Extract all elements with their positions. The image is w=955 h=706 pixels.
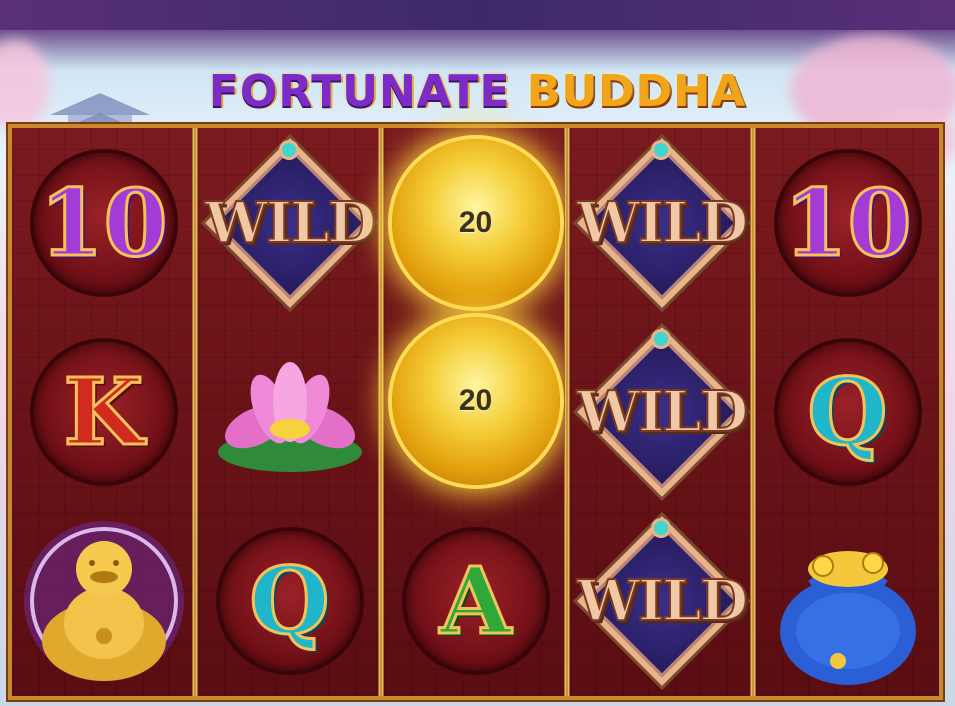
coin-icon: 20	[391, 138, 560, 307]
symbol-wild: WILD	[570, 128, 753, 317]
symbol-disc: A	[405, 530, 546, 671]
symbol-disc: K	[33, 341, 174, 482]
symbol-disc: Q	[219, 530, 360, 671]
coin-value: 20	[458, 205, 493, 239]
symbol-lotus	[198, 317, 381, 506]
wild-tile: WILD	[570, 135, 753, 310]
symbol-disc: Q	[777, 341, 918, 482]
symbol-wild: WILD	[570, 317, 753, 506]
gem-icon	[282, 143, 296, 157]
money-bag-icon	[779, 550, 916, 685]
symbol-ace: A	[384, 506, 567, 695]
title-word-buddha: BUDDHA	[526, 66, 747, 117]
wild-label: WILD	[576, 567, 749, 635]
symbol-coin: 20	[384, 306, 567, 495]
gem-icon	[654, 521, 668, 535]
reel-4: WILD WILD WILD	[570, 128, 753, 696]
wild-tile: WILD	[570, 513, 753, 688]
wild-label: WILD	[204, 189, 377, 257]
ten-letter: 10	[38, 168, 169, 277]
symbol-king: K	[12, 317, 195, 506]
symbol-money-bag	[756, 506, 939, 695]
symbol-wild: WILD	[570, 506, 753, 695]
symbol-wild: WILD	[198, 128, 381, 317]
reel-frame: 10 K WILD Q 20 20 A WILD WILD WILD 10 Q	[8, 124, 943, 700]
ten-letter: 10	[782, 168, 913, 277]
lotus-icon	[217, 361, 362, 472]
symbol-buddha	[12, 506, 195, 695]
symbol-coin: 20	[384, 128, 567, 317]
top-bar	[0, 0, 955, 30]
reel-3: 20 20 A	[384, 128, 567, 696]
gem-icon	[654, 143, 668, 157]
coin-icon: 20	[391, 316, 560, 485]
reel-1: 10 K	[12, 128, 195, 696]
gem-icon	[654, 332, 668, 346]
symbol-disc: 10	[33, 152, 174, 293]
symbol-ten: 10	[756, 128, 939, 317]
wild-label: WILD	[576, 378, 749, 446]
buddha-icon	[23, 520, 184, 681]
symbol-ten: 10	[12, 128, 195, 317]
symbol-queen: Q	[756, 317, 939, 506]
queen-letter: Q	[248, 546, 331, 655]
symbol-disc: 10	[777, 152, 918, 293]
coin-value: 20	[458, 383, 493, 417]
game-title-logo: FORTUNATE BUDDHA	[0, 66, 955, 117]
reel-2: WILD Q	[198, 128, 381, 696]
symbol-queen: Q	[198, 506, 381, 695]
reel-5: 10 Q	[756, 128, 939, 696]
king-letter: K	[62, 357, 145, 466]
ace-letter: A	[438, 546, 512, 655]
wild-tile: WILD	[198, 135, 381, 310]
title-word-fortunate: FORTUNATE	[208, 66, 511, 117]
wild-label: WILD	[576, 189, 749, 257]
wild-tile: WILD	[570, 324, 753, 499]
queen-letter: Q	[806, 357, 889, 466]
